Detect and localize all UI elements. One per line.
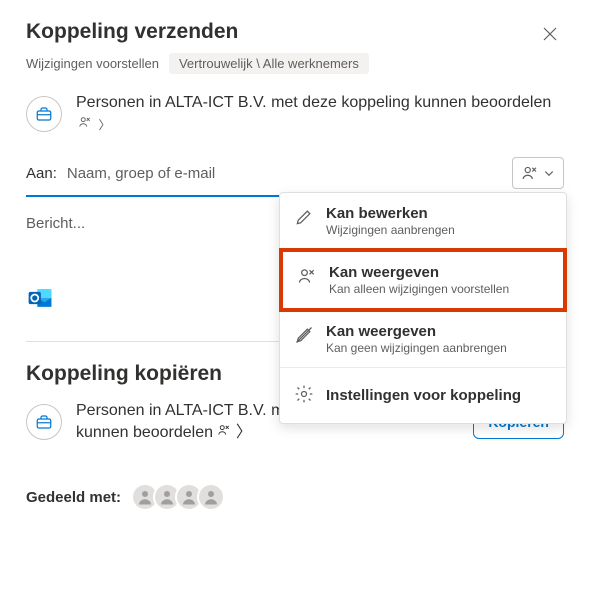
permission-dropdown-button[interactable] <box>512 157 564 189</box>
shared-avatars[interactable] <box>127 483 225 511</box>
link-settings-option[interactable]: Instellingen voor koppeling <box>280 368 566 423</box>
chevron-down-icon <box>543 167 555 179</box>
dialog-subtitle: Wijzigingen voorstellen <box>26 56 159 71</box>
gear-icon <box>294 384 314 409</box>
perm-option-sub: Kan geen wijzigingen aanbrengen <box>326 341 507 355</box>
close-button[interactable] <box>536 20 564 51</box>
link-settings-label: Instellingen voor koppeling <box>326 387 521 404</box>
link-scope-row[interactable]: Personen in ALTA-ICT B.V. met deze koppe… <box>26 92 564 135</box>
pencil-icon <box>294 207 314 232</box>
avatar <box>197 483 225 511</box>
perm-option-sub: Kan alleen wijzigingen voorstellen <box>329 282 509 296</box>
perm-option-view-suggest[interactable]: Kan weergeven Kan alleen wijzigingen voo… <box>279 248 567 312</box>
perm-option-title: Kan weergeven <box>329 264 509 281</box>
perm-option-title: Kan weergeven <box>326 323 507 340</box>
shared-with-label: Gedeeld met: <box>26 489 121 506</box>
person-view-icon <box>78 114 92 136</box>
perm-option-sub: Wijzigingen aanbrengen <box>326 223 455 237</box>
recipient-label: Aan: <box>26 165 57 182</box>
outlook-icon[interactable] <box>26 284 54 312</box>
sensitivity-badge: Vertrouwelijk \ Alle werknemers <box>169 53 369 74</box>
permission-dropdown: Kan bewerken Wijzigingen aanbrengen Kan … <box>279 192 567 424</box>
briefcase-icon <box>26 96 62 132</box>
person-suggest-icon <box>297 266 317 291</box>
chevron-right-icon: 〉 <box>98 117 110 133</box>
dialog-title: Koppeling verzenden <box>26 20 238 44</box>
no-edit-icon <box>294 325 314 350</box>
perm-option-edit[interactable]: Kan bewerken Wijzigingen aanbrengen <box>280 193 566 249</box>
link-scope-text: Personen in ALTA-ICT B.V. met deze koppe… <box>76 94 551 111</box>
close-icon <box>542 26 558 42</box>
person-view-icon <box>521 164 539 182</box>
perm-option-view-only[interactable]: Kan weergeven Kan geen wijzigingen aanbr… <box>280 311 566 367</box>
chevron-right-icon: 〉 <box>236 424 252 441</box>
person-view-icon <box>217 424 235 441</box>
perm-option-title: Kan bewerken <box>326 205 455 222</box>
briefcase-icon <box>26 404 62 440</box>
recipient-input[interactable] <box>67 165 494 182</box>
